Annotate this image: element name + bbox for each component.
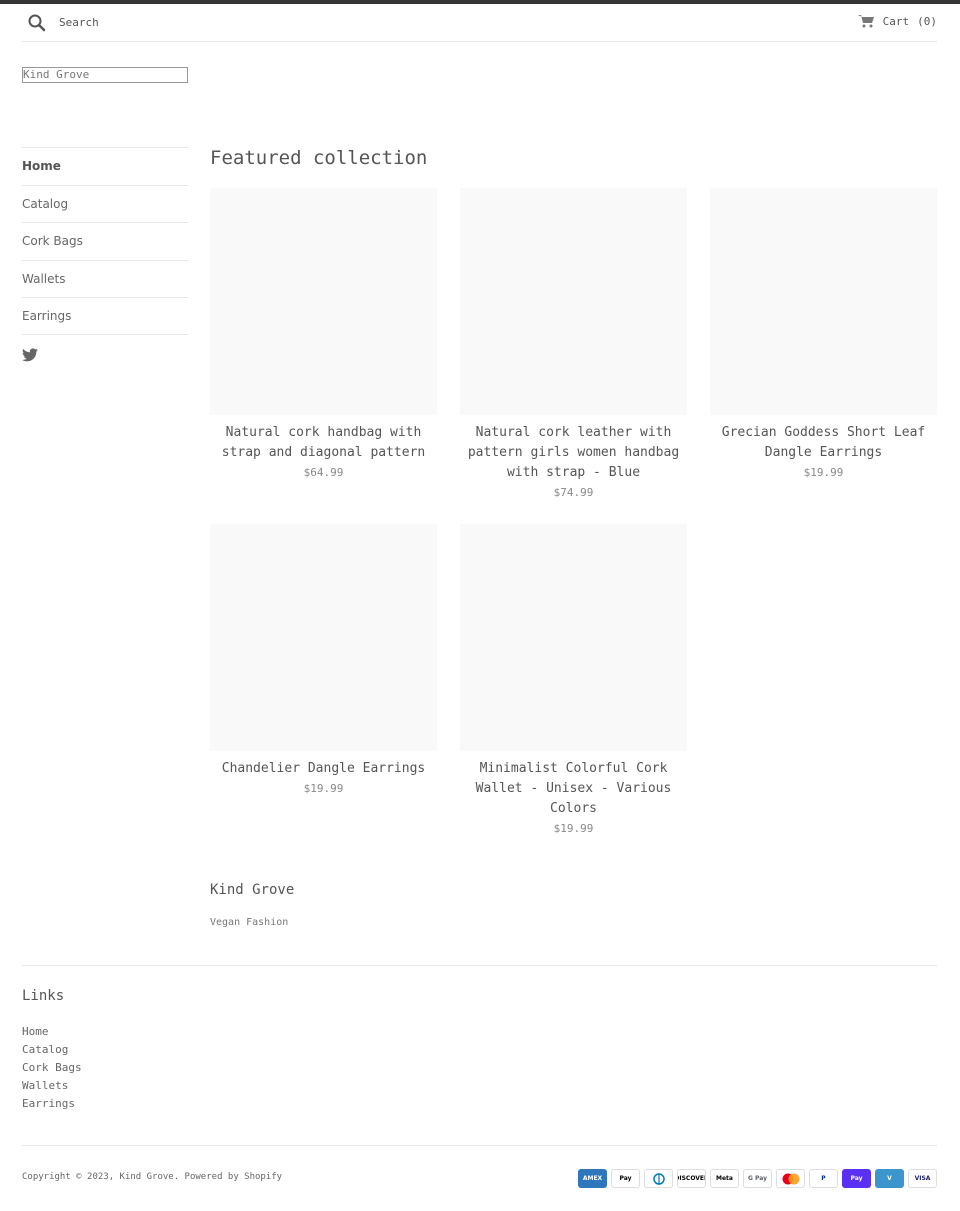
product-price: $19.99 [803, 466, 844, 479]
product-price: $19.99 [553, 822, 594, 835]
cart-icon [857, 15, 874, 28]
product-card[interactable]: Grecian Goddess Short Leaf Dangle Earrin… [710, 188, 937, 483]
twitter-icon[interactable] [22, 348, 38, 362]
paypal-icon: P [809, 1169, 838, 1188]
product-price: $19.99 [303, 782, 344, 795]
product-image[interactable] [710, 188, 937, 415]
footer-links: Home Catalog Cork Bags Wallets Earrings [22, 1023, 82, 1113]
footer-link-earrings[interactable]: Earrings [22, 1095, 82, 1113]
product-title[interactable]: Natural cork handbag with strap and diag… [210, 423, 437, 463]
footer-divider [22, 965, 937, 966]
discover-icon: DISCOVER [677, 1169, 706, 1188]
product-card[interactable]: Chandelier Dangle Earrings $19.99 [210, 524, 437, 799]
product-title[interactable]: Chandelier Dangle Earrings [210, 759, 437, 779]
footer-link-cork-bags[interactable]: Cork Bags [22, 1059, 82, 1077]
venmo-icon: V [875, 1169, 904, 1188]
header: Cart (0) [22, 4, 937, 42]
product-title[interactable]: Grecian Goddess Short Leaf Dangle Earrin… [710, 423, 937, 463]
product-image[interactable] [210, 524, 437, 751]
apple-pay-icon: Pay [611, 1169, 640, 1188]
product-title[interactable]: Minimalist Colorful Cork Wallet - Unisex… [460, 759, 687, 819]
google-pay-icon: G Pay [743, 1169, 772, 1188]
product-title[interactable]: Natural cork leather with pattern girls … [460, 423, 687, 483]
product-price: $74.99 [553, 486, 594, 499]
mastercard-icon [776, 1169, 805, 1188]
footer-link-wallets[interactable]: Wallets [22, 1077, 82, 1095]
product-image[interactable] [460, 188, 687, 415]
about-title: Kind Grove [210, 882, 295, 898]
cart-count: (0) [917, 14, 937, 28]
sidebar-item-wallets[interactable]: Wallets [22, 259, 188, 298]
product-image[interactable] [460, 524, 687, 751]
footer-links-title: Links [22, 988, 65, 1004]
payment-icons: AMEXPayDISCOVERMetaG PayPPayVVISA [578, 1169, 937, 1188]
featured-collection-title: Featured collection [210, 147, 428, 169]
diners-club-icon [644, 1169, 673, 1188]
product-card[interactable]: Natural cork leather with pattern girls … [460, 188, 687, 503]
sidebar-item-earrings[interactable]: Earrings [22, 297, 188, 335]
product-card[interactable]: Natural cork handbag with strap and diag… [210, 188, 437, 483]
product-image[interactable] [210, 188, 437, 415]
logo[interactable]: Kind Grove [22, 67, 188, 83]
sidebar-item-catalog[interactable]: Catalog [22, 184, 188, 223]
visa-icon: VISA [908, 1169, 937, 1188]
footer-link-home[interactable]: Home [22, 1023, 82, 1041]
sidebar-nav: Home Catalog Cork Bags Wallets Earrings [22, 147, 188, 335]
footer-divider [22, 1145, 937, 1146]
meta-pay-icon: Meta [710, 1169, 739, 1188]
cart-label: Cart [882, 14, 910, 28]
search-input[interactable] [59, 12, 359, 32]
search-icon[interactable] [27, 13, 47, 33]
about-text: Vegan Fashion [210, 917, 289, 928]
product-price: $64.99 [303, 466, 344, 479]
sidebar-item-home[interactable]: Home [22, 147, 188, 185]
shop-pay-icon: Pay [842, 1169, 871, 1188]
product-card[interactable]: Minimalist Colorful Cork Wallet - Unisex… [460, 524, 687, 839]
cart-link[interactable]: Cart (0) [857, 14, 937, 28]
footer-link-catalog[interactable]: Catalog [22, 1041, 82, 1059]
amex-icon: AMEX [578, 1169, 607, 1188]
copyright-text: Copyright © 2023, Kind Grove. Powered by… [22, 1172, 283, 1182]
sidebar-item-cork-bags[interactable]: Cork Bags [22, 222, 188, 260]
